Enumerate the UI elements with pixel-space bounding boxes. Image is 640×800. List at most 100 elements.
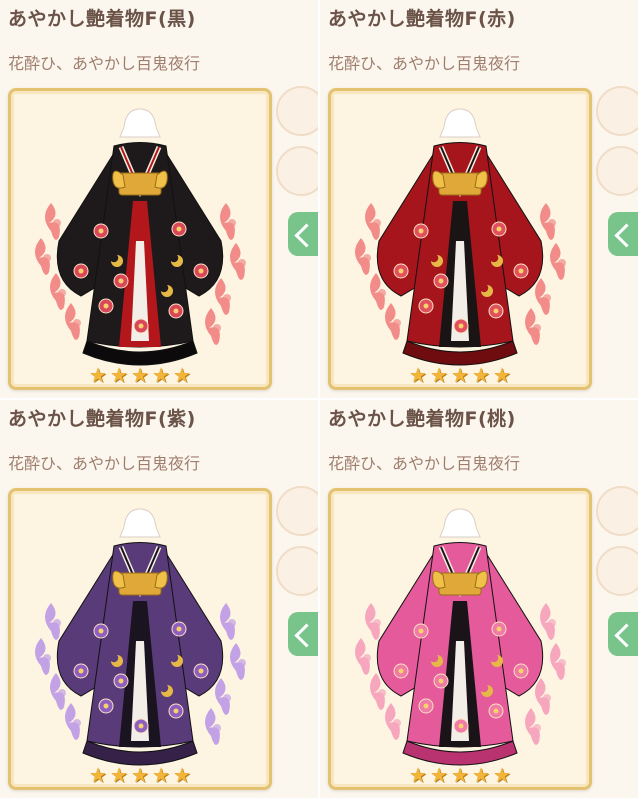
- flower-center: [496, 626, 502, 632]
- mannequin-head: [439, 508, 481, 538]
- flower-center: [176, 626, 182, 632]
- star-icon: ★: [173, 363, 191, 387]
- flame-dot: [53, 219, 61, 227]
- side-button[interactable]: [596, 86, 638, 136]
- item-card[interactable]: ★ ★ ★ ★ ★: [328, 88, 592, 390]
- flower-center: [398, 668, 404, 674]
- flower-center: [176, 226, 182, 232]
- flower-center: [423, 703, 429, 709]
- item-panel[interactable]: あやかし艶着物F(黒) 花酔ひ、あやかし百鬼夜行 ★ ★ ★ ★ ★: [0, 0, 318, 398]
- star-icon: ★: [493, 363, 511, 387]
- star-icon: ★: [89, 763, 107, 787]
- star-icon: ★: [89, 363, 107, 387]
- flower-center: [198, 268, 204, 274]
- side-button[interactable]: [596, 486, 638, 536]
- flame-dot: [548, 219, 556, 227]
- side-button[interactable]: [276, 546, 318, 596]
- flame-dot: [53, 619, 61, 627]
- side-button[interactable]: [276, 486, 318, 536]
- side-button[interactable]: [596, 546, 638, 596]
- flower-center: [458, 723, 464, 729]
- flame-dot: [533, 724, 541, 732]
- item-title: あやかし艶着物F(黒): [8, 8, 196, 30]
- star-icon: ★: [152, 363, 170, 387]
- side-button[interactable]: [276, 86, 318, 136]
- mannequin-head: [439, 108, 481, 138]
- flame-dot: [543, 694, 551, 702]
- flower-center: [423, 303, 429, 309]
- item-title: あやかし艶着物F(桃): [328, 408, 516, 430]
- star-icon: ★: [451, 363, 469, 387]
- green-action-button[interactable]: [608, 612, 638, 656]
- star-icon: ★: [409, 763, 427, 787]
- star-icon: ★: [430, 763, 448, 787]
- flame-dot: [558, 659, 566, 667]
- star-rating: ★ ★ ★ ★ ★: [408, 765, 512, 785]
- flower-center: [118, 278, 124, 284]
- side-button[interactable]: [276, 146, 318, 196]
- item-card[interactable]: ★ ★ ★ ★ ★: [8, 88, 272, 390]
- obi-belt: [118, 172, 162, 196]
- flower-center: [438, 278, 444, 284]
- item-title: あやかし艶着物F(赤): [328, 8, 516, 30]
- flower-center: [138, 323, 144, 329]
- flame-dot: [548, 619, 556, 627]
- flower-center: [78, 268, 84, 274]
- flower-center: [458, 323, 464, 329]
- item-card[interactable]: ★ ★ ★ ★ ★: [8, 488, 272, 790]
- flame-dot: [43, 654, 51, 662]
- kimono-image: [35, 108, 246, 366]
- flame-dot: [558, 259, 566, 267]
- flower-center: [103, 303, 109, 309]
- mannequin-head: [119, 508, 161, 538]
- star-icon: ★: [472, 763, 490, 787]
- star-rating: ★ ★ ★ ★ ★: [88, 765, 192, 785]
- flame-dot: [43, 254, 51, 262]
- item-subtitle: 花酔ひ、あやかし百鬼夜行: [328, 54, 521, 73]
- star-icon: ★: [173, 763, 191, 787]
- flower-center: [493, 308, 499, 314]
- star-icon: ★: [472, 363, 490, 387]
- green-action-button[interactable]: [288, 612, 318, 656]
- obi-belt: [438, 572, 482, 596]
- star-icon: ★: [110, 763, 128, 787]
- item-card[interactable]: ★ ★ ★ ★ ★: [328, 488, 592, 790]
- flame-dot: [238, 259, 246, 267]
- item-panel[interactable]: あやかし艶着物F(紫) 花酔ひ、あやかし百鬼夜行 ★ ★ ★ ★ ★: [0, 400, 318, 798]
- flame-dot: [73, 319, 81, 327]
- item-title: あやかし艶着物F(紫): [8, 408, 196, 430]
- flame-dot: [363, 654, 371, 662]
- flame-dot: [393, 719, 401, 727]
- flower-center: [173, 308, 179, 314]
- flame-dot: [393, 319, 401, 327]
- flame-dot: [378, 689, 386, 697]
- item-subtitle: 花酔ひ、あやかし百鬼夜行: [8, 54, 201, 73]
- star-rating: ★ ★ ★ ★ ★: [88, 365, 192, 385]
- obi-belt: [438, 172, 482, 196]
- flame-dot: [373, 219, 381, 227]
- flame-dot: [373, 619, 381, 627]
- flower-center: [496, 226, 502, 232]
- item-panel[interactable]: あやかし艶着物F(桃) 花酔ひ、あやかし百鬼夜行 ★ ★ ★ ★ ★: [320, 400, 638, 798]
- obi-belt: [118, 572, 162, 596]
- flower-center: [138, 723, 144, 729]
- star-icon: ★: [430, 363, 448, 387]
- item-subtitle: 花酔ひ、あやかし百鬼夜行: [328, 454, 521, 473]
- star-icon: ★: [131, 363, 149, 387]
- green-action-button[interactable]: [608, 212, 638, 256]
- star-icon: ★: [110, 363, 128, 387]
- flower-center: [493, 708, 499, 714]
- flame-dot: [378, 289, 386, 297]
- side-button[interactable]: [596, 146, 638, 196]
- star-icon: ★: [451, 763, 469, 787]
- flower-center: [438, 678, 444, 684]
- flower-center: [198, 668, 204, 674]
- green-action-button[interactable]: [288, 212, 318, 256]
- star-icon: ★: [152, 763, 170, 787]
- flower-center: [418, 628, 424, 634]
- star-icon: ★: [493, 763, 511, 787]
- kimono-image: [355, 508, 566, 766]
- flower-center: [398, 268, 404, 274]
- item-panel[interactable]: あやかし艶着物F(赤) 花酔ひ、あやかし百鬼夜行 ★ ★ ★ ★ ★: [320, 0, 638, 398]
- flame-dot: [58, 289, 66, 297]
